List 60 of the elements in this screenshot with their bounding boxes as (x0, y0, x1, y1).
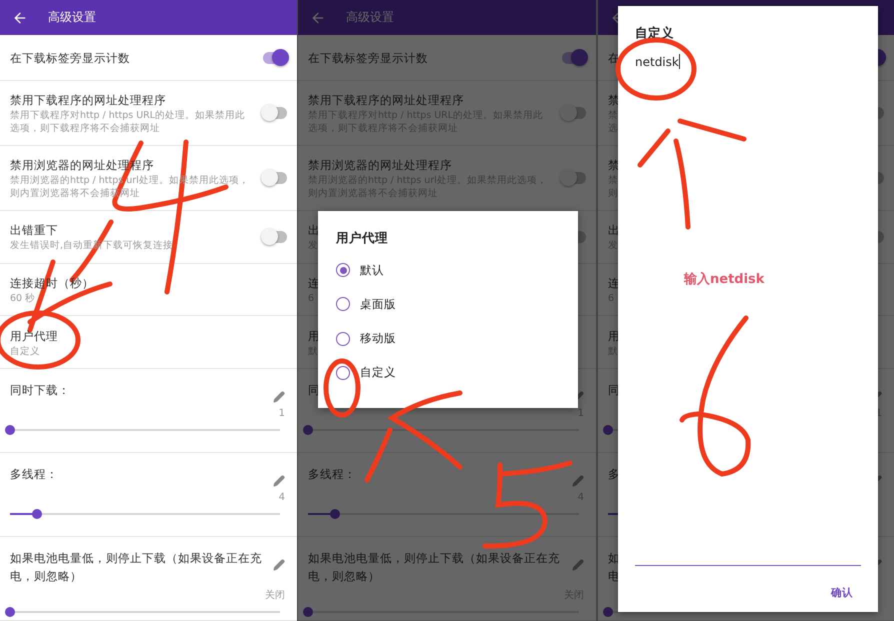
slider-thumb[interactable] (603, 425, 613, 435)
setting-title: 在下载标签旁显示计数 (10, 50, 130, 66)
setting-title: 出错重下 (10, 222, 58, 240)
setting-title: 连 (308, 275, 320, 292)
annotation-text: 输入netdisk (684, 270, 764, 288)
setting-description: 60 秒 (10, 292, 36, 306)
page-title: 高级设置 (346, 9, 394, 26)
option-label[interactable]: 自定义 (360, 365, 396, 380)
page-title: 高级设置 (48, 9, 96, 26)
setting-title: 多线程： (308, 466, 356, 483)
toggle-switch[interactable] (263, 230, 287, 243)
radio-button[interactable] (336, 297, 350, 312)
radio-button[interactable] (336, 263, 350, 278)
toggle-switch[interactable] (263, 52, 287, 64)
setting-value: 关闭 (265, 589, 285, 603)
setting-title: 连 (608, 275, 620, 292)
confirm-button[interactable]: 确认 (823, 584, 861, 602)
radio-button[interactable] (336, 332, 350, 346)
setting-title: 同时下载： (10, 382, 70, 399)
radio-button[interactable] (336, 366, 350, 380)
slider-thumb[interactable] (32, 509, 42, 519)
toggle-switch[interactable] (562, 107, 586, 120)
setting-title: 如果电池电量低，则停止下载（如果设备正在充电，则忽略） (10, 550, 263, 585)
toggle-switch[interactable] (562, 52, 586, 64)
slider-thumb[interactable] (330, 509, 340, 519)
setting-title: 多线程： (10, 466, 58, 483)
setting-value: 4 (278, 491, 285, 505)
setting-row[interactable]: 在下载标签旁显示计数 (0, 35, 297, 81)
toggle-switch[interactable] (263, 107, 287, 120)
toggle-switch[interactable] (562, 172, 586, 184)
setting-title: 多 (608, 466, 620, 483)
option-label[interactable]: 桌面版 (360, 296, 396, 312)
slider-thumb[interactable] (303, 425, 313, 435)
circle-mark (324, 358, 360, 418)
setting-description: 自定义 (10, 344, 40, 358)
setting-title: 用 (608, 328, 620, 345)
setting-title: 禁用下载程序的网址处理程序 (308, 92, 464, 110)
slider-thumb[interactable] (303, 607, 313, 617)
option-label[interactable]: 默认 (360, 262, 384, 278)
setting-title: 出 (608, 222, 620, 240)
setting-description: 禁用下载程序对http / https URL的处理。如果禁用此选项，则下载程序将不会捕获网址 (10, 109, 246, 136)
slider-thumb[interactable] (603, 607, 613, 617)
back-icon[interactable] (12, 10, 28, 26)
setting-title: 如果电池电量低，则停止下载（如果设备正在充电，则忽略） (308, 550, 561, 585)
setting-value: 1 (278, 407, 285, 421)
setting-title: 禁用下载程序的网址处理程序 (10, 92, 166, 110)
slider-thumb[interactable] (5, 607, 15, 617)
setting-title: 在下载标签旁显示计数 (308, 50, 428, 66)
dialog-title: 用户代理 (336, 229, 389, 247)
setting-title: 禁用浏览器的网址处理程序 (308, 157, 452, 174)
setting-title: 用 (308, 328, 320, 345)
slider-thumb[interactable] (5, 425, 15, 435)
option-label[interactable]: 移动版 (360, 331, 396, 346)
setting-title: 出 (308, 222, 320, 240)
setting-title: 禁 (608, 157, 620, 174)
setting-title: 用户代理 (10, 328, 58, 345)
toggle-switch[interactable] (263, 172, 287, 184)
text-cursor (678, 54, 680, 69)
setting-title: 禁 (608, 92, 620, 110)
setting-row[interactable]: 禁用下载程序的网址处理程序 禁用下载程序对http / https URL的处理。如果禁用此选项，则下载程序将不会捕获网址 (0, 81, 297, 146)
